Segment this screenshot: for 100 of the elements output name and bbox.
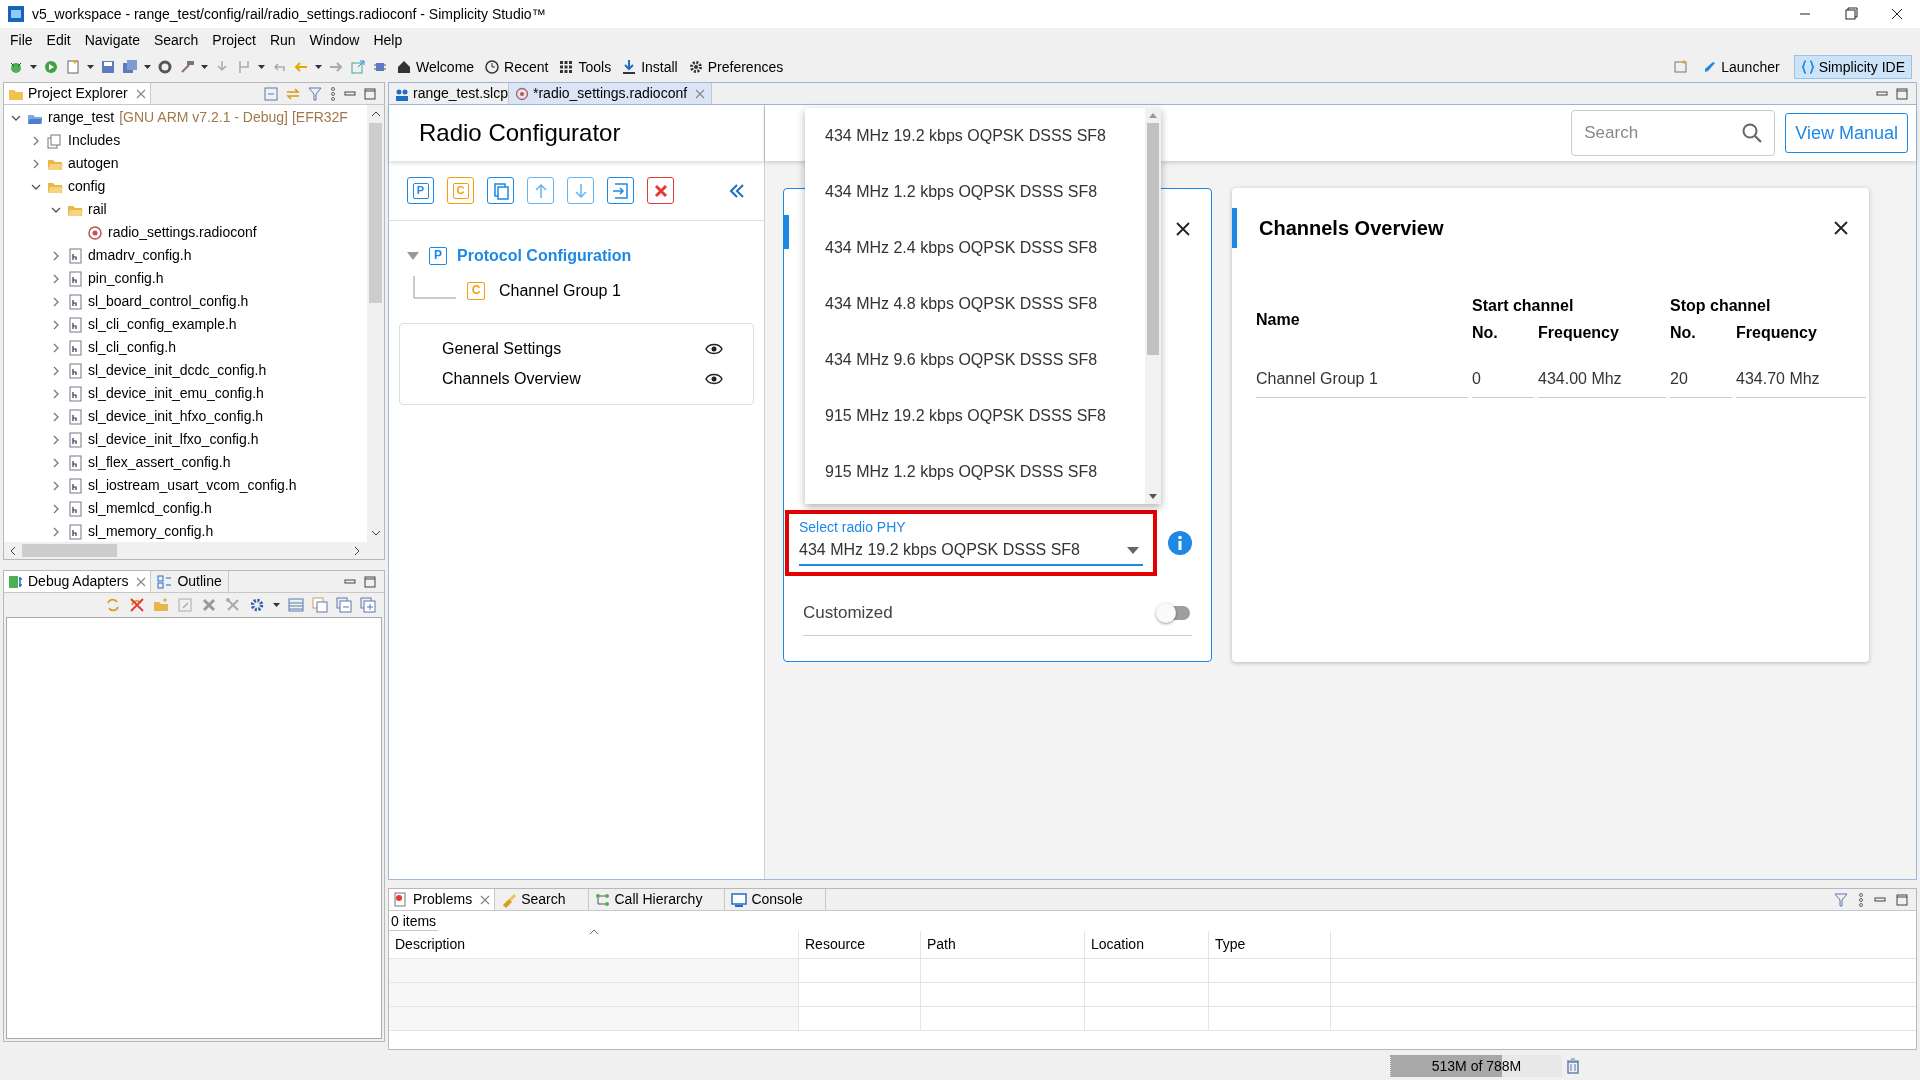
tree-item-label[interactable]: pin_config.h	[88, 268, 164, 289]
menu-item[interactable]: Navigate	[78, 29, 146, 51]
phy-select[interactable]: Select radio PHY 434 MHz 19.2 kbps OQPSK DSSS SF8	[799, 518, 1143, 566]
filter-icon[interactable]	[308, 86, 322, 101]
search-field[interactable]: Search	[1571, 110, 1776, 156]
toolbar-link[interactable]: Recent	[482, 56, 551, 78]
tree-item-label[interactable]: dmadrv_config.h	[88, 245, 192, 266]
menu-item[interactable]: File	[4, 29, 39, 51]
caret-icon[interactable]	[258, 65, 265, 69]
double-chevron-left-icon[interactable]	[728, 182, 746, 199]
panel-tab[interactable]: Debug Adapters	[4, 571, 152, 592]
dropdown-option[interactable]: 434 MHz 2.4 kbps OQPSK DSSS SF8	[805, 220, 1145, 276]
kebab-icon[interactable]	[330, 86, 336, 101]
menu-item[interactable]: Search	[147, 29, 205, 51]
save-icon[interactable]	[100, 59, 116, 75]
tree-item-label[interactable]: sl_cli_config_example.h	[88, 314, 237, 335]
section-item[interactable]: General Settings	[442, 337, 705, 361]
copy-icon[interactable]	[312, 597, 328, 613]
toolbar-link[interactable]: Welcome	[394, 56, 477, 78]
editor-tab[interactable]: *radio_settings.radioconf	[509, 83, 713, 104]
column-header[interactable]: Description	[389, 931, 799, 958]
dropdown-option[interactable]: 434 MHz 9.6 kbps OQPSK DSSS SF8	[805, 332, 1145, 388]
dropdown-option[interactable]: 915 MHz 1.2 kbps OQPSK DSSS SF8	[805, 444, 1145, 500]
caret-icon[interactable]	[87, 65, 94, 69]
vertical-scrollbar[interactable]	[1145, 108, 1161, 504]
arrow-down-button[interactable]	[567, 177, 594, 204]
menu-item[interactable]: Help	[367, 29, 409, 51]
link-editor-icon[interactable]	[286, 86, 300, 101]
tree-item-label[interactable]: sl_device_init_hfxo_config.h	[88, 406, 264, 427]
tree-item-label[interactable]: autogen	[68, 153, 119, 174]
tree-item-label[interactable]: radio_settings.radioconf	[108, 222, 257, 243]
tree-item-label[interactable]: Protocol Configuration	[457, 244, 632, 268]
trash-icon[interactable]	[1566, 1058, 1580, 1074]
menu-item[interactable]: Run	[263, 29, 302, 51]
dropdown-option[interactable]: 434 MHz 4.8 kbps OQPSK DSSS SF8	[805, 276, 1145, 332]
list-icon[interactable]	[288, 597, 304, 613]
hammer-icon[interactable]	[179, 59, 195, 75]
tree-item-label[interactable]: config	[68, 176, 106, 197]
toggle-switch[interactable]	[1156, 602, 1192, 623]
maximize-icon[interactable]	[1896, 87, 1908, 100]
tree-item-label[interactable]: Includes	[68, 130, 121, 151]
expand-icon[interactable]	[360, 597, 376, 613]
caret-icon[interactable]	[273, 603, 280, 607]
eye-icon[interactable]	[705, 373, 723, 385]
close-icon[interactable]	[1833, 220, 1849, 236]
view-manual-button[interactable]: View Manual	[1785, 113, 1908, 153]
arrow-up-button[interactable]	[527, 177, 554, 204]
kebab-icon[interactable]	[1858, 892, 1864, 907]
tools-icon[interactable]	[225, 597, 241, 613]
horizontal-scrollbar[interactable]	[4, 542, 384, 559]
perspective-button[interactable]: Simplicity IDE	[1793, 55, 1912, 79]
disconnect-icon[interactable]	[129, 597, 145, 613]
letter-button[interactable]: P	[407, 177, 434, 204]
menu-item[interactable]: Edit	[40, 29, 77, 51]
tree-item-label[interactable]: Channel Group 1	[499, 279, 621, 303]
triangle-down-icon[interactable]	[407, 251, 419, 261]
maximize-icon[interactable]	[1896, 893, 1908, 906]
perspective-button[interactable]: Launcher	[1697, 55, 1786, 79]
tree-item-label[interactable]: sl_memory_config.h	[88, 521, 214, 542]
menu-item[interactable]: Window	[303, 29, 366, 51]
run-icon[interactable]	[43, 59, 59, 75]
close-icon[interactable]	[1175, 221, 1191, 237]
dropdown-option[interactable]: 434 MHz 19.2 kbps OQPSK DSSS SF8	[805, 108, 1145, 164]
dropdown-option[interactable]: 915 MHz 19.2 kbps OQPSK DSSS SF8	[805, 388, 1145, 444]
save-all-icon[interactable]	[122, 59, 138, 75]
panel-tab[interactable]: Project Explorer	[4, 83, 151, 104]
column-header[interactable]: Type	[1209, 931, 1331, 958]
caret-icon[interactable]	[144, 65, 151, 69]
tree-item-label[interactable]: sl_flex_assert_config.h	[88, 452, 231, 473]
tree-item-label[interactable]: range_test	[48, 107, 115, 128]
column-header[interactable]: Resource	[799, 931, 921, 958]
maximize-icon[interactable]	[364, 87, 376, 100]
maximize-icon[interactable]	[364, 575, 376, 588]
tree-item-label[interactable]: sl_memlcd_config.h	[88, 498, 212, 519]
tree-item-label[interactable]: sl_device_init_lfxo_config.h	[88, 429, 259, 450]
caret-icon[interactable]	[315, 65, 322, 69]
filter-icon[interactable]	[1834, 892, 1848, 907]
column-header[interactable]: Location	[1085, 931, 1209, 958]
tree-item-label[interactable]: sl_cli_config.h	[88, 337, 176, 358]
external-icon[interactable]	[350, 59, 366, 75]
caret-icon[interactable]	[201, 65, 208, 69]
toolbar-link[interactable]: Preferences	[685, 56, 786, 78]
tree-item-label[interactable]: sl_device_init_emu_config.h	[88, 383, 264, 404]
tree-item-label[interactable]: sl_device_init_dcdc_config.h	[88, 360, 267, 381]
section-item[interactable]: Channels Overview	[442, 367, 705, 391]
menu-item[interactable]: Project	[206, 29, 262, 51]
eye-icon[interactable]	[705, 343, 723, 355]
dropdown-option[interactable]: 434 MHz 1.2 kbps OQPSK DSSS SF8	[805, 164, 1145, 220]
vertical-scrollbar[interactable]	[367, 105, 384, 542]
collapse-icon[interactable]	[336, 597, 352, 613]
toolbar-link[interactable]: Install	[619, 56, 680, 78]
caret-icon[interactable]	[30, 65, 37, 69]
toolbar-link[interactable]: Tools	[556, 56, 614, 78]
column-header[interactable]: Path	[921, 931, 1085, 958]
info-icon[interactable]	[1167, 530, 1193, 556]
import-button[interactable]	[607, 177, 634, 204]
tree-item-label[interactable]: sl_iostream_usart_vcom_config.h	[88, 475, 297, 496]
tree-item-label[interactable]: sl_board_control_config.h	[88, 291, 249, 312]
tree-item-label[interactable]: rail	[88, 199, 107, 220]
delete-button[interactable]	[647, 177, 674, 204]
